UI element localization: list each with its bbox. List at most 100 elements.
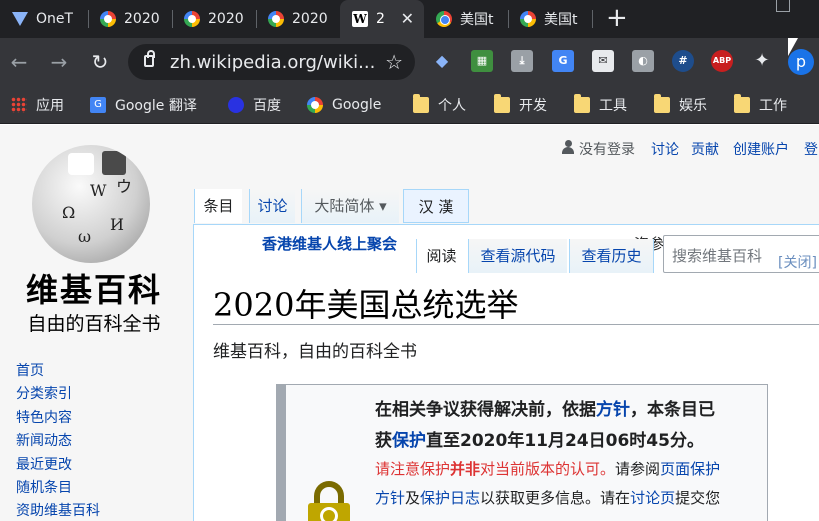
sidebar-item-news[interactable]: 新闻动态 [16, 430, 100, 453]
window-control-icon[interactable] [776, 0, 790, 12]
tab-title: 美国t [544, 12, 578, 28]
extension-adblock-icon[interactable]: ABP [711, 50, 733, 72]
bookmark-apps[interactable]: 应用 [11, 86, 64, 124]
sidebar-item-random[interactable]: 随机条目 [16, 477, 100, 500]
bookmark-folder-fun[interactable]: 娱乐 [654, 86, 707, 124]
bookmark-folder-dev[interactable]: 开发 [494, 86, 547, 124]
extension-download-icon[interactable]: ⤓ [511, 50, 533, 72]
tab-google-4[interactable]: 美国t [508, 0, 592, 38]
folder-icon [734, 94, 750, 113]
url-text[interactable]: zh.wikipedia.org/wiki... [170, 52, 375, 73]
folder-icon [494, 94, 510, 113]
apps-grid-icon [11, 97, 27, 113]
padlock-icon [308, 481, 350, 521]
tab-read[interactable]: 阅读 [416, 239, 466, 273]
title-divider [213, 324, 819, 325]
tab-onetab[interactable]: OneT [0, 0, 88, 38]
bookmark-folder-work[interactable]: 工作 [734, 86, 787, 124]
new-tab-button[interactable]: + [606, 4, 628, 32]
extension-translate-icon[interactable]: G [552, 50, 574, 72]
google-icon [184, 11, 200, 27]
forward-arrow-icon[interactable]: → [45, 48, 73, 76]
bookmark-google[interactable]: Google [307, 86, 381, 124]
extension-diamond-icon[interactable]: ◆ [431, 50, 453, 72]
folder-icon [654, 94, 670, 113]
bookmarks-bar: 应用 G Google 翻译 百度 Google 个人 开发 工具 娱乐 工作 [0, 86, 819, 124]
tab-title: OneT [36, 11, 74, 27]
bookmark-folder-personal[interactable]: 个人 [413, 86, 466, 124]
back-arrow-icon[interactable]: ← [5, 48, 33, 76]
site-tagline: 维基百科，自由的百科全书 [213, 342, 417, 362]
extension-hash-icon[interactable]: # [672, 50, 694, 72]
tab-google-1[interactable]: 2020 [88, 0, 172, 38]
login-link[interactable]: 登 [804, 139, 818, 159]
tab-title: 美国t [460, 12, 494, 28]
han-variant-toggle[interactable]: 汉 漢 [403, 189, 469, 223]
not-logged-in-text: 没有登录 [579, 142, 635, 158]
close-notice-link[interactable]: [关闭] [778, 252, 817, 272]
sitenotice-banner[interactable]: 香港维基人线上聚会 [262, 233, 397, 254]
extension-shield-icon[interactable]: ◐ [632, 50, 654, 72]
personal-contributions-link[interactable]: 贡献 [691, 139, 719, 159]
google-icon [100, 11, 116, 27]
sidebar-item-home[interactable]: 首页 [16, 360, 100, 383]
google-icon [268, 11, 284, 27]
browser-toolbar: ← → ↻ zh.wikipedia.org/wiki... ☆ ◆ ▦ ⤓ G… [0, 38, 819, 86]
protection-notice: 在相关争议获得解决前，依据方针，本条目已 获保护直至2020年11月24日06时… [276, 384, 768, 521]
extension-mail-icon[interactable]: ✉ [592, 50, 614, 72]
sidebar-item-featured[interactable]: 特色内容 [16, 407, 100, 430]
logo-subtitle: 自由的百科全书 [27, 313, 161, 335]
tab-wikipedia-active[interactable]: W 2 ✕ [340, 0, 424, 38]
lock-icon [144, 50, 155, 67]
translate-icon: G [90, 97, 106, 113]
tab-strip: OneT 2020 2020 2020 W 2 ✕ 美国t 美国t + [0, 0, 819, 38]
address-bar[interactable]: zh.wikipedia.org/wiki... ☆ [128, 44, 415, 80]
extension-grid-icon[interactable]: ▦ [471, 50, 493, 72]
create-account-link[interactable]: 创建账户 [733, 139, 789, 159]
talk-page-link[interactable]: 讨论页 [630, 489, 675, 507]
close-icon[interactable]: ✕ [401, 9, 414, 28]
wikipedia-icon: W [352, 11, 368, 27]
page-title: 2020年美国总统选举 [213, 286, 519, 324]
tab-article[interactable]: 条目 [194, 189, 242, 223]
folder-icon [413, 94, 429, 113]
wikipedia-logo[interactable]: Ω W И ω ウ 维基百科 自由的百科全书 [12, 141, 176, 335]
tab-title: 2020 [208, 11, 244, 27]
tab-google-2[interactable]: 2020 [172, 0, 256, 38]
bookmark-star-icon[interactable]: ☆ [385, 50, 403, 74]
notice-line-1: 在相关争议获得解决前，依据方针，本条目已 [375, 400, 715, 420]
notice-line-4: 方针及保护日志以获取更多信息。请在讨论页提交您 [375, 489, 721, 507]
tab-view-source[interactable]: 查看源代码 [468, 239, 567, 273]
tab-history[interactable]: 查看历史 [569, 239, 654, 273]
protection-link[interactable]: 保护 [392, 431, 426, 451]
policy-link-2[interactable]: 方针 [375, 489, 405, 507]
sidebar-item-recent-changes[interactable]: 最近更改 [16, 454, 100, 477]
personal-talk-link[interactable]: 讨论 [651, 139, 679, 159]
sidebar-nav: 首页 分类索引 特色内容 新闻动态 最近更改 随机条目 资助维基百科 [16, 360, 100, 521]
google-icon [520, 11, 536, 27]
bookmark-google-translate[interactable]: G Google 翻译 [90, 86, 197, 124]
google-icon [307, 97, 323, 113]
user-icon [562, 140, 574, 154]
chrome-icon [436, 11, 452, 27]
tab-chrome[interactable]: 美国t [424, 0, 508, 38]
variant-dropdown[interactable]: 大陆简体 ▾ [301, 189, 399, 223]
bookmark-baidu[interactable]: 百度 [228, 86, 281, 124]
policy-link[interactable]: 方针 [596, 400, 630, 420]
baidu-paw-icon [228, 97, 244, 113]
wikipedia-page: Ω W И ω ウ 维基百科 自由的百科全书 首页 分类索引 特色内容 新闻动态… [0, 125, 819, 521]
mouse-cursor-icon [788, 38, 798, 56]
sidebar-item-donate[interactable]: 资助维基百科 [16, 500, 100, 521]
tab-google-3[interactable]: 2020 [256, 0, 340, 38]
tab-title: 2020 [124, 11, 160, 27]
bookmark-folder-tools[interactable]: 工具 [574, 86, 627, 124]
tab-talk[interactable]: 讨论 [249, 189, 295, 223]
sidebar-item-categories[interactable]: 分类索引 [16, 383, 100, 406]
reload-icon[interactable]: ↻ [86, 48, 114, 76]
tab-title: 2 [376, 11, 385, 27]
page-protection-link[interactable]: 页面保护 [660, 460, 720, 478]
protection-log-link[interactable]: 保护日志 [420, 489, 480, 507]
logo-title: 维基百科 [25, 271, 162, 309]
puzzle-icon[interactable]: ✦ [751, 50, 773, 72]
puzzle-globe-icon: Ω W И ω ウ [32, 145, 150, 263]
